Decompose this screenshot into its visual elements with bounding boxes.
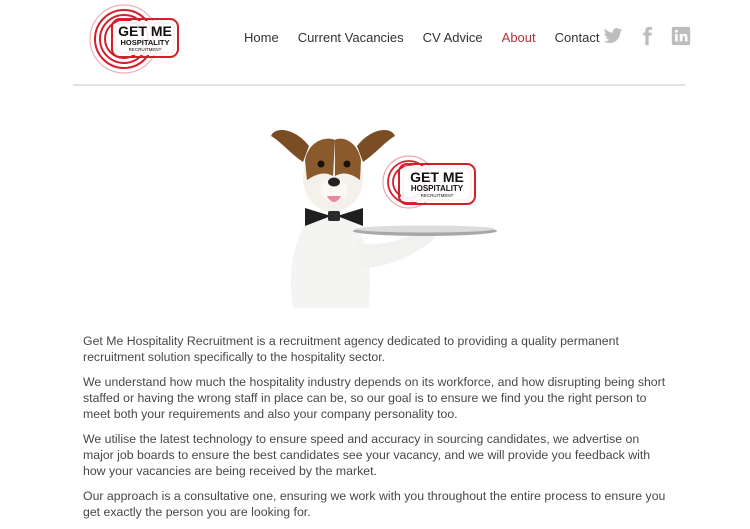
main-nav: Home Current Vacancies CV Advice About C… <box>244 30 618 46</box>
tray-logo-sub: HOSPITALITY <box>411 184 464 193</box>
site-logo[interactable]: GET ME HOSPITALITY RECRUITMENT <box>86 3 186 75</box>
nav-current-vacancies[interactable]: Current Vacancies <box>298 30 404 46</box>
about-paragraph-2: We understand how much the hospitality i… <box>83 375 666 421</box>
tray-logo-main: GET ME <box>410 169 464 185</box>
logo-text-sub: HOSPITALITY <box>120 38 169 47</box>
nav-about[interactable]: About <box>502 30 536 46</box>
site-header: GET ME HOSPITALITY RECRUITMENT Home Curr… <box>0 0 750 86</box>
about-paragraph-1: Get Me Hospitality Recruitment is a recr… <box>83 334 619 364</box>
about-paragraph-3: We utilise the latest technology to ensu… <box>83 432 651 478</box>
tray-logo-small: RECRUITMENT <box>421 193 454 198</box>
nav-contact[interactable]: Contact <box>555 30 600 46</box>
header-divider <box>73 84 685 86</box>
nav-cv-advice[interactable]: CV Advice <box>423 30 483 46</box>
linkedin-icon[interactable] <box>671 26 691 46</box>
facebook-icon[interactable] <box>637 26 657 46</box>
social-links <box>603 26 691 46</box>
tray-logo: GET ME HOSPITALITY RECRUITMENT <box>382 155 476 209</box>
logo-text-small: RECRUITMENT <box>129 47 162 52</box>
hero-dog-illustration: GET ME HOSPITALITY RECRUITMENT <box>271 130 497 308</box>
logo-text-main: GET ME <box>118 23 172 39</box>
nav-home[interactable]: Home <box>244 30 279 46</box>
twitter-icon[interactable] <box>603 26 623 46</box>
about-paragraph-4: Our approach is a consultative one, ensu… <box>83 489 666 519</box>
